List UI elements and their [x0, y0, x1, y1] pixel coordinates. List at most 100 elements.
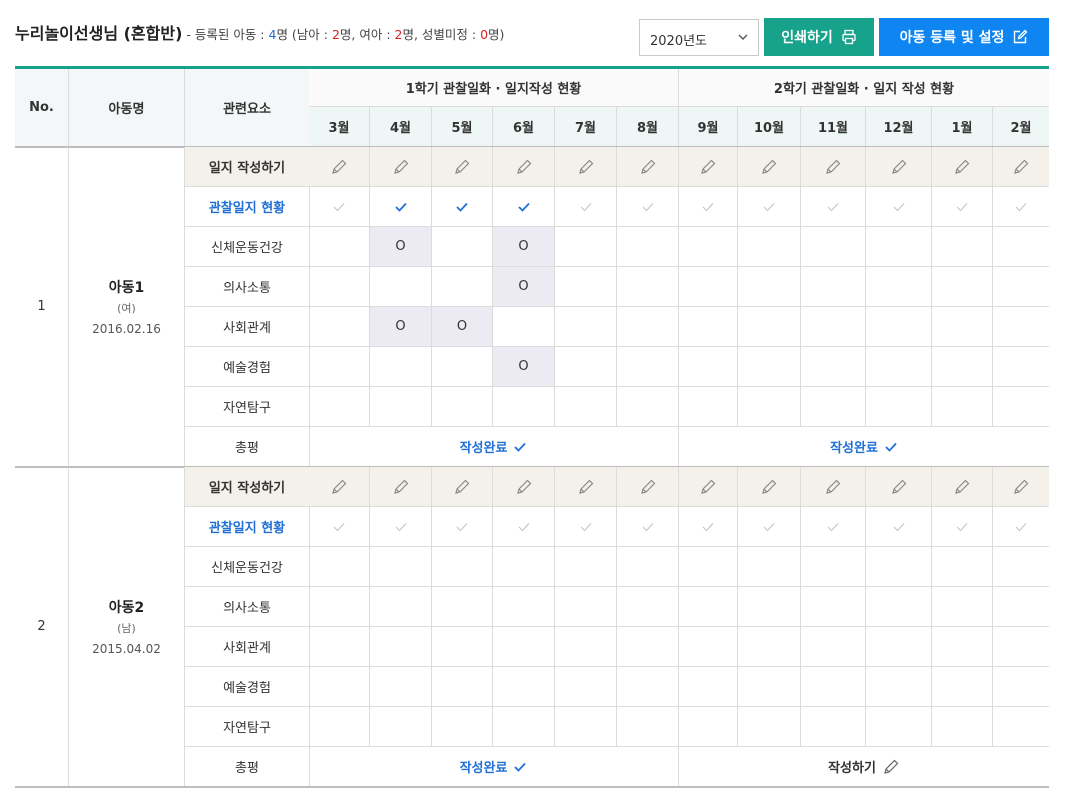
area-mark-cell: [993, 307, 1049, 347]
area-label: 의사소통: [185, 267, 310, 307]
area-mark-cell: [738, 547, 801, 587]
top-bar: 누리놀이선생님 (혼합반) - 등록된 아동 : 4명 (남아 : 2명, 여아…: [0, 0, 1067, 66]
observation-status-label[interactable]: 관찰일지 현황: [185, 187, 310, 227]
write-journal-label: 일지 작성하기: [185, 147, 310, 187]
area-mark-cell: [617, 307, 679, 347]
observation-table: No. 아동명 관련요소 1학기 관찰일화 · 일지작성 현황 2학기 관찰일화 · 일…: [15, 66, 1049, 791]
area-mark-cell: [932, 667, 993, 707]
write-journal-button[interactable]: [309, 467, 370, 507]
status-check: [493, 507, 555, 547]
area-mark-cell: [993, 707, 1049, 747]
area-mark-cell: [309, 267, 370, 307]
write-journal-button[interactable]: [932, 467, 993, 507]
area-mark-cell: [555, 627, 617, 667]
write-journal-button[interactable]: [555, 467, 617, 507]
area-mark-cell: [370, 347, 432, 387]
write-journal-button[interactable]: [617, 147, 679, 187]
area-mark-cell: [617, 667, 679, 707]
status-check[interactable]: [370, 187, 432, 227]
write-journal-button[interactable]: [738, 147, 801, 187]
status-check[interactable]: [493, 187, 555, 227]
status-check: [370, 507, 432, 547]
area-mark-cell: [866, 547, 932, 587]
status-check: [679, 507, 738, 547]
write-journal-button[interactable]: [993, 467, 1049, 507]
area-mark-cell: [309, 627, 370, 667]
observation-status-label[interactable]: 관찰일지 현황: [185, 507, 310, 547]
area-mark-cell[interactable]: O: [370, 307, 432, 347]
write-journal-button[interactable]: [679, 147, 738, 187]
area-mark-cell: [555, 307, 617, 347]
area-mark-cell: [738, 627, 801, 667]
status-check: [617, 187, 679, 227]
pencil-icon: [1014, 159, 1029, 174]
area-mark-cell: [370, 547, 432, 587]
write-journal-button[interactable]: [866, 467, 932, 507]
area-mark-cell: [309, 587, 370, 627]
area-mark-cell: [432, 707, 493, 747]
write-journal-button[interactable]: [432, 467, 493, 507]
write-journal-button[interactable]: [370, 467, 432, 507]
write-journal-button[interactable]: [738, 467, 801, 507]
write-journal-button[interactable]: [866, 147, 932, 187]
area-mark-cell: [617, 387, 679, 427]
write-journal-button[interactable]: [493, 147, 555, 187]
area-mark-cell: [309, 227, 370, 267]
status-check: [738, 507, 801, 547]
summary-summary2[interactable]: 작성완료: [679, 427, 1049, 467]
write-journal-button[interactable]: [370, 147, 432, 187]
write-journal-button[interactable]: [932, 147, 993, 187]
year-select-value: 2020년도: [650, 34, 708, 49]
area-mark-cell: [993, 667, 1049, 707]
check-icon: [518, 522, 529, 531]
area-mark-cell: [866, 307, 932, 347]
area-mark-cell: [866, 587, 932, 627]
write-journal-button[interactable]: [493, 467, 555, 507]
area-mark-cell: [738, 587, 801, 627]
summary-status: 작성완료: [460, 437, 528, 456]
area-mark-cell[interactable]: O: [493, 347, 555, 387]
write-journal-button[interactable]: [679, 467, 738, 507]
summary-summary1[interactable]: 작성완료: [309, 747, 679, 787]
area-mark-cell: [679, 587, 738, 627]
area-mark-cell: [309, 347, 370, 387]
status-check: [866, 187, 932, 227]
write-journal-button[interactable]: [309, 147, 370, 187]
summary-label: 총평: [185, 427, 310, 467]
summary-status: 작성하기: [828, 757, 900, 776]
area-mark-cell[interactable]: O: [370, 227, 432, 267]
area-mark-cell: [932, 707, 993, 747]
summary-summary2[interactable]: 작성하기: [679, 747, 1049, 787]
summary-status: 작성완료: [830, 437, 898, 456]
year-select[interactable]: 2020년도: [639, 19, 759, 56]
check-icon: [580, 202, 591, 211]
check-icon: [333, 522, 345, 531]
print-button[interactable]: 인쇄하기: [764, 18, 874, 56]
status-check[interactable]: [432, 187, 493, 227]
write-journal-button[interactable]: [555, 147, 617, 187]
write-journal-button[interactable]: [617, 467, 679, 507]
area-mark-cell: [932, 267, 993, 307]
area-mark-cell[interactable]: O: [493, 267, 555, 307]
summary-status-label: 작성완료: [830, 441, 878, 456]
area-mark-cell: [866, 627, 932, 667]
area-mark-cell: [801, 547, 866, 587]
write-journal-button[interactable]: [801, 467, 866, 507]
month-header: 5월: [432, 107, 493, 147]
check-icon: [893, 202, 904, 211]
pencil-icon: [455, 159, 470, 174]
area-mark-cell: [679, 547, 738, 587]
write-journal-button[interactable]: [432, 147, 493, 187]
area-mark-cell: [679, 627, 738, 667]
print-button-label: 인쇄하기: [781, 30, 833, 46]
child-number: 2: [15, 467, 69, 787]
area-mark-cell[interactable]: O: [432, 307, 493, 347]
register-child-button[interactable]: 아동 등록 및 설정: [879, 18, 1049, 56]
write-journal-button[interactable]: [801, 147, 866, 187]
register-button-label: 아동 등록 및 설정: [899, 30, 1005, 46]
area-mark-cell[interactable]: O: [493, 227, 555, 267]
area-mark-cell: [617, 347, 679, 387]
write-journal-button[interactable]: [993, 147, 1049, 187]
summary-summary1[interactable]: 작성완료: [309, 427, 679, 467]
area-mark-cell: [555, 547, 617, 587]
